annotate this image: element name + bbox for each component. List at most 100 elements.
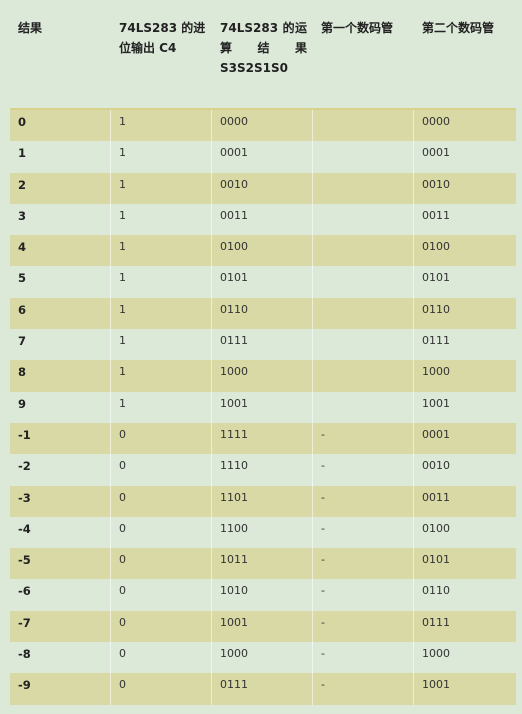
carry-cell: 1 xyxy=(111,203,212,236)
sum-cell: 1001 xyxy=(212,391,313,423)
first-display-cell: - xyxy=(313,485,414,517)
second-display-cell: 0001 xyxy=(422,146,450,160)
sum-cell: 1001 xyxy=(212,610,313,643)
sum-cell: 0000 xyxy=(212,110,313,142)
carry-cell: 1 xyxy=(111,266,212,298)
sum-cell: 1010 xyxy=(212,579,313,611)
header-first-display: 第一个数码管 xyxy=(321,21,394,35)
second-display-cell: 0011 xyxy=(422,490,450,504)
table-row: -1 0 1111-0001 xyxy=(10,422,516,455)
carry-cell: 1 xyxy=(111,172,212,204)
second-display-cell: 1000 xyxy=(422,365,450,379)
carry-cell: 0 xyxy=(111,516,212,549)
table-row: -8 0 1000-1000 xyxy=(10,642,516,674)
sum-cell: 1000 xyxy=(212,642,313,674)
second-display-cell: 0110 xyxy=(422,302,450,316)
table-row: -3 0 1101-0011 xyxy=(10,485,516,517)
second-display-cell: 0111 xyxy=(422,334,450,348)
sum-cell: 1110 xyxy=(212,454,313,486)
sum-cell: 0011 xyxy=(212,203,313,236)
first-display-cell: - xyxy=(313,610,414,643)
carry-cell: 0 xyxy=(111,642,212,674)
table-row: 2 1 0010 0010 xyxy=(10,172,516,204)
sum-cell: 1011 xyxy=(212,548,313,580)
carry-cell: 1 xyxy=(111,141,212,173)
table-row: -2 0 1110-0010 xyxy=(10,454,516,486)
sum-cell: 0010 xyxy=(212,172,313,204)
first-display-cell xyxy=(313,297,414,330)
second-display-cell: 1001 xyxy=(422,678,450,692)
table-row: 9 1 1001 1001 xyxy=(10,391,516,423)
table-row: 6 1 0110 0110 xyxy=(10,297,516,330)
sum-cell: 0001 xyxy=(212,141,313,173)
first-display-cell: - xyxy=(313,579,414,611)
second-display-cell: 0101 xyxy=(422,553,450,567)
second-display-cell: 0111 xyxy=(422,615,450,629)
first-display-cell: - xyxy=(313,642,414,674)
sum-cell: 0110 xyxy=(212,297,313,330)
result-cell: 3 xyxy=(10,203,111,236)
second-display-cell: 0010 xyxy=(422,459,450,473)
table-row: -9 0 0111-1001 xyxy=(10,673,516,705)
carry-cell: 0 xyxy=(111,610,212,643)
second-display-cell: 0010 xyxy=(422,177,450,191)
table-row: -5 0 1011-0101 xyxy=(10,548,516,580)
carry-cell: 1 xyxy=(111,329,212,361)
header-sum-result: 74LS283 的运算 结 果 S3S2S1S0 xyxy=(220,21,307,75)
result-cell: 1 xyxy=(10,141,111,173)
second-display-cell: 1001 xyxy=(422,396,450,410)
table-body: 0 1 0000 0000 1 1 0001 0001 2 1 0010 0010 3 1 0011 0011… xyxy=(10,110,516,705)
first-display-cell xyxy=(313,329,414,361)
header-second-display: 第二个数码管 xyxy=(422,21,495,35)
table-row: 8 1 1000 1000 xyxy=(10,360,516,392)
result-cell: -5 xyxy=(10,548,111,580)
sum-cell: 1000 xyxy=(212,360,313,392)
carry-cell: 0 xyxy=(111,579,212,611)
sum-cell: 0101 xyxy=(212,266,313,298)
table-header: 结果 74LS283 的进位输出 C4 74LS283 的运算 结 果 S3S2… xyxy=(10,10,516,110)
first-display-cell: - xyxy=(313,454,414,486)
sum-cell: 0100 xyxy=(212,235,313,267)
first-display-cell xyxy=(313,141,414,173)
carry-cell: 0 xyxy=(111,485,212,517)
table-row: 4 1 0100 0100 xyxy=(10,235,516,267)
result-cell: -9 xyxy=(10,673,111,705)
second-display-cell: 0100 xyxy=(422,521,450,535)
second-display-cell: 0110 xyxy=(422,584,450,598)
first-display-cell xyxy=(313,110,414,142)
first-display-cell xyxy=(313,391,414,423)
first-display-cell xyxy=(313,266,414,298)
result-cell: 2 xyxy=(10,172,111,204)
carry-cell: 1 xyxy=(111,110,212,142)
table-row: 1 1 0001 0001 xyxy=(10,141,516,173)
first-display-cell: - xyxy=(313,673,414,705)
result-cell: -3 xyxy=(10,485,111,517)
first-display-cell xyxy=(313,172,414,204)
result-cell: -8 xyxy=(10,642,111,674)
truth-table: 结果 74LS283 的进位输出 C4 74LS283 的运算 结 果 S3S2… xyxy=(10,10,516,705)
result-cell: 5 xyxy=(10,266,111,298)
first-display-cell xyxy=(313,235,414,267)
carry-cell: 1 xyxy=(111,235,212,267)
result-cell: -1 xyxy=(10,422,111,455)
sum-cell: 1100 xyxy=(212,516,313,549)
carry-cell: 1 xyxy=(111,391,212,423)
table-row: 0 1 0000 0000 xyxy=(10,110,516,142)
result-cell: -4 xyxy=(10,516,111,549)
result-cell: 7 xyxy=(10,329,111,361)
result-cell: 0 xyxy=(10,110,111,142)
header-result: 结果 xyxy=(18,21,43,35)
result-cell: 4 xyxy=(10,235,111,267)
table-row: -7 0 1001-0111 xyxy=(10,610,516,643)
result-cell: -2 xyxy=(10,454,111,486)
carry-cell: 0 xyxy=(111,454,212,486)
table-row: -6 0 1010-0110 xyxy=(10,579,516,611)
second-display-cell: 0011 xyxy=(422,208,450,222)
first-display-cell xyxy=(313,203,414,236)
result-cell: 6 xyxy=(10,297,111,330)
first-display-cell: - xyxy=(313,422,414,455)
sum-cell: 1111 xyxy=(212,422,313,455)
result-cell: -6 xyxy=(10,579,111,611)
carry-cell: 0 xyxy=(111,673,212,705)
second-display-cell: 0100 xyxy=(422,240,450,254)
